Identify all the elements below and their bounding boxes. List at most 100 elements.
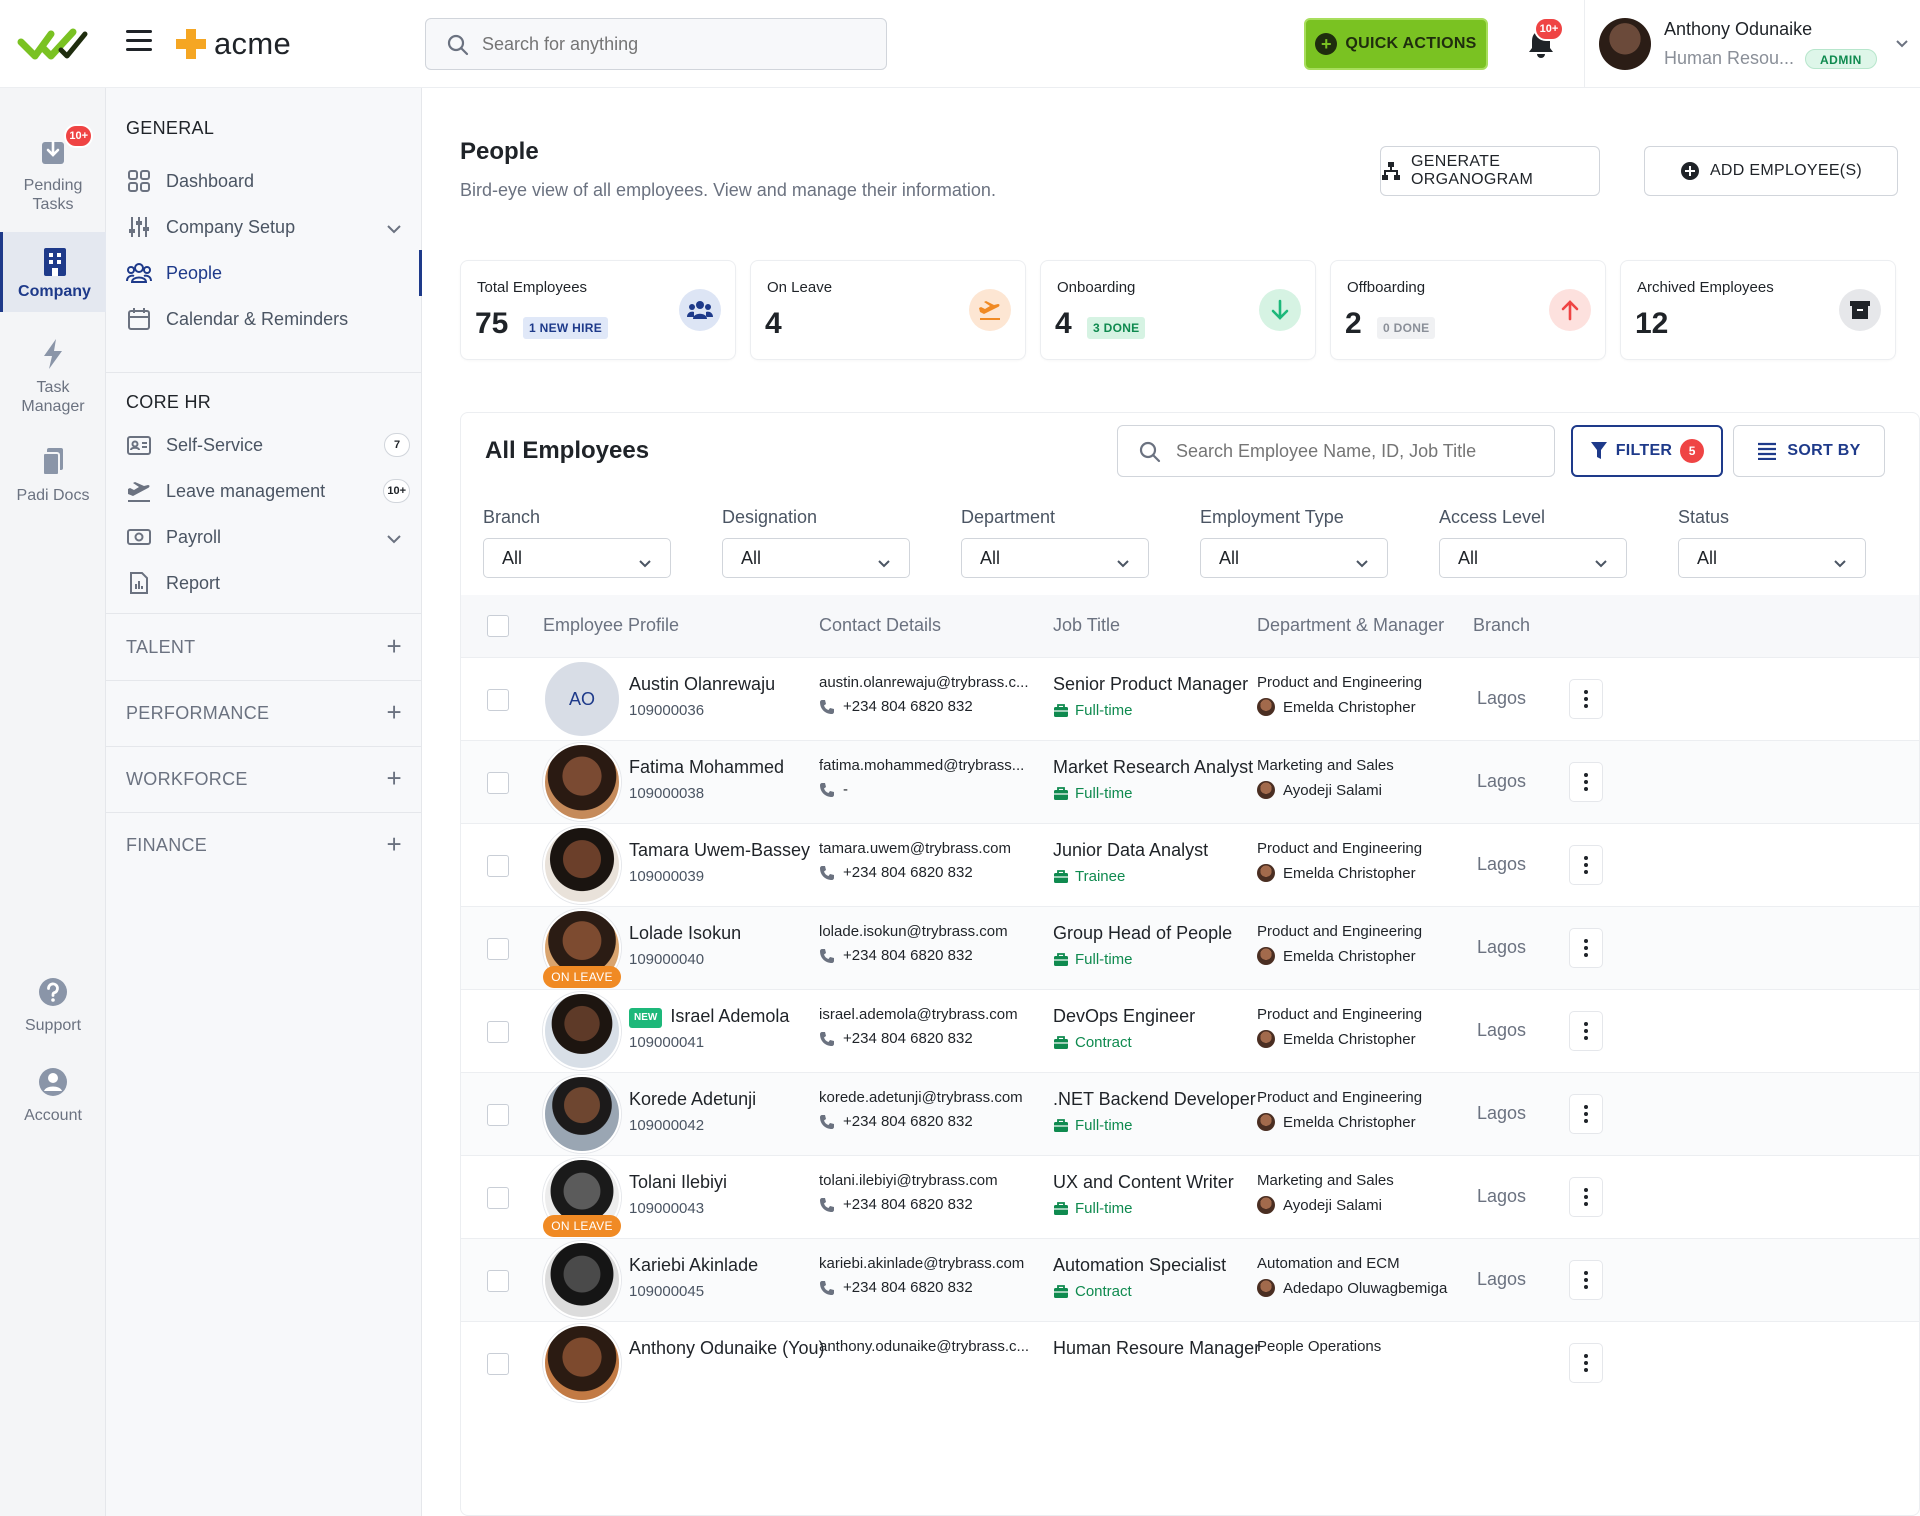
global-search[interactable] bbox=[425, 18, 887, 70]
branch-select[interactable]: All bbox=[483, 538, 671, 578]
employee-name[interactable]: Korede Adetunji bbox=[629, 1089, 756, 1110]
designation-select[interactable]: All bbox=[722, 538, 910, 578]
more-options-icon[interactable] bbox=[1569, 1260, 1603, 1300]
generate-organogram-button[interactable]: GENERATE ORGANOGRAM bbox=[1380, 146, 1600, 196]
employee-name[interactable]: Lolade Isokun bbox=[629, 923, 741, 944]
table-row[interactable]: ON LEAVE Lolade Isokun 109000040 lolade.iso… bbox=[461, 906, 1919, 989]
employee-id: 109000041 bbox=[629, 1034, 705, 1051]
department-select[interactable]: All bbox=[961, 538, 1149, 578]
sidebar-group-talent[interactable]: TALENT + bbox=[106, 614, 422, 680]
employee-name[interactable]: Kariebi Akinlade bbox=[629, 1255, 758, 1276]
rail-pending-tasks[interactable]: 10+ Pending Tasks bbox=[0, 124, 106, 214]
status-select[interactable]: All bbox=[1678, 538, 1866, 578]
more-options-icon[interactable] bbox=[1569, 845, 1603, 885]
row-checkbox[interactable] bbox=[487, 1104, 509, 1126]
sidebar-item-payroll[interactable]: Payroll bbox=[106, 514, 422, 560]
employee-name[interactable]: Austin Olanrewaju bbox=[629, 674, 775, 695]
filter-button[interactable]: FILTER 5 bbox=[1571, 425, 1723, 477]
table-row[interactable]: Kariebi Akinlade 109000045 kariebi.akinlad… bbox=[461, 1238, 1919, 1321]
stat-offboarding[interactable]: Offboarding 2 0 DONE bbox=[1330, 260, 1606, 360]
table-row[interactable]: Fatima Mohammed 109000038 fatima.mohammed@… bbox=[461, 740, 1919, 823]
select-all-checkbox[interactable] bbox=[487, 615, 509, 637]
job-title: Automation Specialist bbox=[1053, 1255, 1227, 1275]
sidebar-item-report[interactable]: Report bbox=[106, 560, 422, 606]
employee-email[interactable]: lolade.isokun@trybrass.com bbox=[819, 923, 1055, 940]
rail-padi-docs[interactable]: Padi Docs bbox=[0, 444, 106, 505]
row-checkbox[interactable] bbox=[487, 938, 509, 960]
rail-support[interactable]: Support bbox=[0, 974, 106, 1035]
branch: Lagos bbox=[1477, 771, 1527, 791]
more-options-icon[interactable] bbox=[1569, 1177, 1603, 1217]
table-row[interactable]: NEW Israel Ademola 109000041 israel.ademola… bbox=[461, 989, 1919, 1072]
row-checkbox[interactable] bbox=[487, 1353, 509, 1375]
employee-email[interactable]: korede.adetunji@trybrass.com bbox=[819, 1089, 1055, 1106]
sort-by-button[interactable]: SORT BY bbox=[1733, 425, 1885, 477]
menu-icon[interactable] bbox=[126, 30, 152, 52]
sidebar-item-self-service[interactable]: Self-Service 7 bbox=[106, 422, 422, 468]
employment-type-select[interactable]: All bbox=[1200, 538, 1388, 578]
row-checkbox[interactable] bbox=[487, 772, 509, 794]
quick-actions-button[interactable]: + QUICK ACTIONS bbox=[1304, 18, 1488, 70]
employment-type: Trainee bbox=[1053, 868, 1125, 885]
table-row[interactable]: ON LEAVE Tolani Ilebiyi 109000043 tolani.il… bbox=[461, 1155, 1919, 1238]
more-options-icon[interactable] bbox=[1569, 762, 1603, 802]
sidebar-group-performance[interactable]: PERFORMANCE + bbox=[106, 680, 422, 746]
plane-icon bbox=[969, 289, 1011, 331]
sidebar-group-workforce[interactable]: WORKFORCE + bbox=[106, 746, 422, 812]
employee-name[interactable]: Anthony Odunaike (You) bbox=[629, 1338, 824, 1359]
employee-email[interactable]: tolani.ilebiyi@trybrass.com bbox=[819, 1172, 1055, 1189]
employee-name[interactable]: Tolani Ilebiyi bbox=[629, 1172, 727, 1193]
rail-task-manager[interactable]: Task Manager bbox=[0, 336, 106, 416]
more-options-icon[interactable] bbox=[1569, 928, 1603, 968]
more-options-icon[interactable] bbox=[1569, 1094, 1603, 1134]
employee-email[interactable]: kariebi.akinlade@trybrass.com bbox=[819, 1255, 1055, 1272]
employee-email[interactable]: tamara.uwem@trybrass.com bbox=[819, 840, 1055, 857]
stat-on-leave[interactable]: On Leave 4 bbox=[750, 260, 1026, 360]
app-logo[interactable] bbox=[0, 0, 106, 88]
employee-search[interactable] bbox=[1117, 425, 1555, 477]
access-level-select[interactable]: All bbox=[1439, 538, 1627, 578]
sidebar-item-dashboard[interactable]: Dashboard bbox=[106, 158, 422, 204]
employee-name[interactable]: Tamara Uwem-Bassey bbox=[629, 840, 810, 861]
stat-total-employees[interactable]: Total Employees 75 1 NEW HIRE bbox=[460, 260, 736, 360]
row-checkbox[interactable] bbox=[487, 1270, 509, 1292]
rail-account[interactable]: Account bbox=[0, 1064, 106, 1125]
employee-email[interactable]: israel.ademola@trybrass.com bbox=[819, 1006, 1055, 1023]
manager-avatar bbox=[1257, 947, 1275, 965]
stat-archived-employees[interactable]: Archived Employees 12 bbox=[1620, 260, 1896, 360]
archive-icon bbox=[1839, 289, 1881, 331]
employee-email[interactable]: fatima.mohammed@trybrass... bbox=[819, 757, 1055, 774]
add-employees-button[interactable]: ADD EMPLOYEE(S) bbox=[1644, 146, 1898, 196]
avatar: AO bbox=[543, 660, 621, 738]
sidebar-item-label: Company Setup bbox=[166, 216, 296, 237]
brand-logo[interactable]: acme bbox=[174, 24, 291, 64]
table-row[interactable]: Korede Adetunji 109000042 korede.adetunji@… bbox=[461, 1072, 1919, 1155]
row-checkbox[interactable] bbox=[487, 1021, 509, 1043]
employee-name[interactable]: NEW Israel Ademola bbox=[629, 1006, 789, 1028]
more-options-icon[interactable] bbox=[1569, 1343, 1603, 1383]
sidebar-item-company-setup[interactable]: Company Setup bbox=[106, 204, 422, 250]
more-options-icon[interactable] bbox=[1569, 679, 1603, 719]
sidebar-group-finance[interactable]: FINANCE + bbox=[106, 812, 422, 878]
sidebar-item-label: Report bbox=[166, 572, 221, 593]
stat-onboarding[interactable]: Onboarding 4 3 DONE bbox=[1040, 260, 1316, 360]
table-row[interactable]: AO Austin Olanrewaju 109000036 austin.olanr… bbox=[461, 657, 1919, 740]
user-menu[interactable]: Anthony Odunaike Human Resou... ADMIN bbox=[1584, 0, 1920, 88]
employee-email[interactable]: anthony.odunaike@trybrass.c... bbox=[819, 1338, 1055, 1355]
employee-name-text: Tolani Ilebiyi bbox=[629, 1172, 728, 1192]
employee-search-input[interactable] bbox=[1176, 440, 1554, 462]
row-checkbox[interactable] bbox=[487, 1187, 509, 1209]
row-checkbox[interactable] bbox=[487, 689, 509, 711]
employee-email[interactable]: austin.olanrewaju@trybrass.c... bbox=[819, 674, 1055, 691]
sidebar-item-leave-management[interactable]: Leave management 10+ bbox=[106, 468, 422, 514]
global-search-input[interactable] bbox=[482, 33, 886, 55]
sidebar-item-people[interactable]: People bbox=[106, 250, 422, 296]
sidebar-item-calendar[interactable]: Calendar & Reminders bbox=[106, 296, 422, 342]
more-options-icon[interactable] bbox=[1569, 1011, 1603, 1051]
help-circle-icon bbox=[35, 974, 71, 1010]
rail-company[interactable]: Company bbox=[0, 232, 106, 312]
table-row[interactable]: Tamara Uwem-Bassey 109000039 tamara.uwem@t… bbox=[461, 823, 1919, 906]
table-row[interactable]: Anthony Odunaike (You) anthony.odunaike@t… bbox=[461, 1321, 1919, 1404]
row-checkbox[interactable] bbox=[487, 855, 509, 877]
employee-name[interactable]: Fatima Mohammed bbox=[629, 757, 784, 778]
